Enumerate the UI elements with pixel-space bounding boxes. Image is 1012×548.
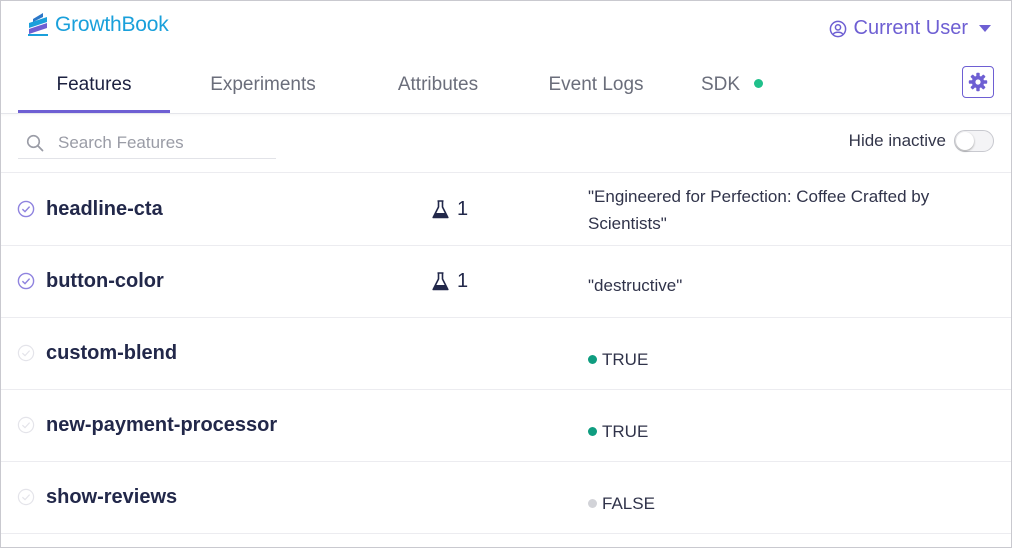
tab-features[interactable]: Features (18, 59, 170, 111)
growthbook-logo[interactable]: GrowthBook (27, 13, 169, 37)
tab-label: Experiments (210, 74, 316, 95)
hide-inactive-label: Hide inactive (848, 131, 946, 150)
feature-row[interactable]: custom-blend TRUE (1, 318, 1011, 390)
feature-name[interactable]: button-color (46, 270, 164, 293)
features-list: headline-cta 1 "Engineered for Perfectio… (1, 174, 1011, 534)
chevron-down-icon (979, 25, 991, 32)
hide-inactive-filter: Hide inactive (849, 130, 994, 152)
feature-name[interactable]: new-payment-processor (46, 414, 277, 437)
tab-label: Features (56, 74, 132, 95)
check-circle-icon (17, 416, 35, 434)
true-status-dot (588, 355, 597, 364)
sdk-status-dot (754, 78, 764, 88)
feature-value: TRUE (588, 346, 988, 373)
user-name: Current User (853, 17, 968, 39)
search-icon (26, 134, 44, 152)
experiment-count[interactable]: 1 (432, 198, 468, 221)
brand-name: GrowthBook (55, 13, 169, 36)
feature-row[interactable]: headline-cta 1 "Engineered for Perfectio… (1, 174, 1011, 246)
feature-value: "Engineered for Perfection: Coffee Craft… (588, 187, 930, 233)
flask-icon (432, 272, 449, 291)
feature-value-text: FALSE (602, 494, 655, 513)
feature-value-text: TRUE (602, 422, 649, 441)
feature-name[interactable]: show-reviews (46, 486, 177, 509)
tab-experiments[interactable]: Experiments (193, 59, 333, 111)
hide-inactive-toggle[interactable] (954, 130, 994, 152)
feature-name[interactable]: custom-blend (46, 342, 177, 365)
tab-label: Event Logs (548, 74, 644, 95)
search-box (18, 128, 276, 159)
feature-row[interactable]: new-payment-processor TRUE (1, 390, 1011, 462)
check-circle-icon (17, 272, 35, 290)
feature-value: FALSE (588, 490, 988, 517)
app-window: GrowthBook Current User Features Experim… (0, 0, 1012, 548)
experiment-count-value: 1 (457, 198, 469, 220)
feature-value: "destructive" (588, 276, 683, 295)
feature-filter-bar: Hide inactive (1, 114, 1011, 173)
active-tab-indicator (18, 110, 170, 113)
gear-icon (968, 72, 988, 92)
feature-value-text: TRUE (602, 350, 649, 369)
experiment-count[interactable]: 1 (432, 270, 468, 293)
experiment-count-value: 1 (457, 270, 469, 292)
tab-label: Attributes (397, 74, 479, 95)
flask-icon (432, 200, 449, 219)
tab-attributes[interactable]: Attributes (380, 59, 496, 111)
feature-name[interactable]: headline-cta (46, 198, 163, 221)
top-navigation: GrowthBook Current User Features Experim… (1, 1, 1011, 114)
feature-row[interactable]: show-reviews FALSE (1, 462, 1011, 534)
user-menu[interactable]: Current User (829, 17, 991, 40)
toggle-knob (956, 132, 974, 150)
check-circle-icon (17, 344, 35, 362)
growthbook-logo-icon (28, 13, 48, 36)
feature-value: TRUE (588, 418, 988, 445)
user-circle-icon (829, 20, 846, 37)
tab-sdk[interactable]: SDK (692, 59, 772, 111)
tab-event-logs[interactable]: Event Logs (536, 59, 656, 111)
check-circle-icon (17, 488, 35, 506)
settings-button[interactable] (962, 66, 994, 98)
tab-label: SDK (700, 74, 741, 95)
false-status-dot (588, 499, 597, 508)
true-status-dot (588, 427, 597, 436)
search-input[interactable] (56, 132, 260, 154)
check-circle-icon (17, 200, 35, 218)
feature-row[interactable]: button-color 1 "destructive" (1, 246, 1011, 318)
